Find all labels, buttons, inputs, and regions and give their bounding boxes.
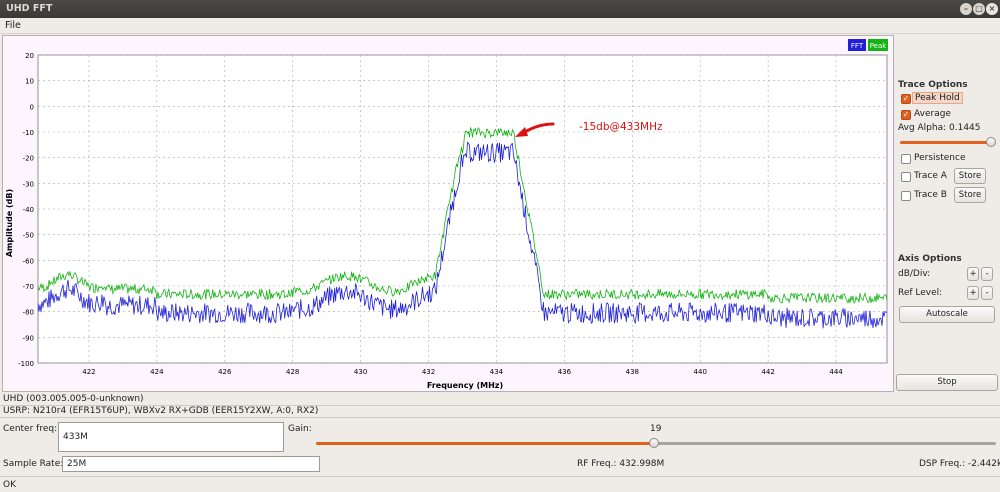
x-tick-label: 434	[490, 368, 504, 376]
persistence-label[interactable]: Persistence	[914, 153, 965, 163]
x-tick-label: 428	[286, 368, 299, 376]
window-title: UHD FFT	[6, 3, 53, 14]
ref-level-minus-button[interactable]: -	[981, 286, 993, 300]
center-freq-field[interactable]: 433M	[58, 422, 284, 452]
y-tick-label: -70	[23, 283, 34, 291]
x-tick-label: 438	[626, 368, 639, 376]
average-label[interactable]: Average	[914, 109, 951, 119]
x-tick-label: 444	[829, 368, 843, 376]
usrp-info-text: USRP: N210r4 (EFR15T6UP), WBXv2 RX+GDB (…	[3, 406, 319, 416]
gain-slider-handle[interactable]	[649, 438, 659, 448]
sample-rate-value: 25M	[67, 459, 87, 469]
center-freq-label: Center freq:	[3, 424, 58, 434]
y-tick-label: -50	[23, 232, 34, 240]
y-tick-label: -10	[23, 129, 34, 137]
minimize-icon[interactable]: –	[960, 3, 972, 15]
options-panel: Trace Options ✓ Peak Hold ✓ Average Avg …	[896, 35, 1000, 392]
x-tick-label: 422	[82, 368, 95, 376]
fft-plot-panel: 20 10 0 -10 -20 -30 -40 -50 -60 -70 -80 -90 -100 422 4…	[2, 35, 894, 392]
trace-a-label[interactable]: Trace A	[914, 171, 947, 181]
ref-level-label: Ref Level:	[898, 288, 943, 298]
peak-hold-checkbox[interactable]: ✓	[901, 94, 911, 104]
y-tick-label: -20	[23, 155, 34, 163]
close-icon[interactable]: ×	[986, 3, 998, 15]
trace-a-store-button[interactable]: Store	[954, 168, 986, 184]
trace-options-title: Trace Options	[898, 80, 968, 90]
avg-alpha-label: Avg Alpha: 0.1445	[898, 123, 981, 133]
x-tick-label: 436	[558, 368, 572, 376]
y-tick-label: -40	[23, 206, 34, 214]
y-axis-label: Amplitude (dB)	[5, 189, 14, 257]
y-tick-label: -60	[23, 257, 34, 265]
db-div-plus-button[interactable]: +	[967, 267, 979, 281]
legend-label-fft: FFT	[851, 42, 864, 50]
y-tick-label: -100	[18, 360, 34, 368]
maximize-icon[interactable]: □	[973, 3, 985, 15]
ref-level-plus-button[interactable]: +	[967, 286, 979, 300]
axis-options-title: Axis Options	[898, 254, 962, 264]
autoscale-button[interactable]: Autoscale	[899, 306, 995, 323]
db-div-minus-button[interactable]: -	[981, 267, 993, 281]
y-tick-label: -90	[23, 334, 34, 342]
avg-alpha-slider-fill	[900, 141, 990, 144]
legend-label-peak: Peak	[870, 42, 888, 50]
x-tick-label: 440	[694, 368, 707, 376]
trace-a-checkbox[interactable]	[901, 172, 911, 182]
gain-label: Gain:	[288, 424, 312, 434]
trace-b-checkbox[interactable]	[901, 191, 911, 201]
x-axis-label: Frequency (MHz)	[427, 381, 503, 390]
gain-value: 19	[650, 424, 662, 434]
stop-button[interactable]: Stop	[896, 374, 998, 391]
y-tick-label: -30	[23, 180, 34, 188]
x-tick-label: 426	[218, 368, 232, 376]
rf-freq-text: RF Freq.: 432.998M	[577, 459, 665, 469]
legend: FFT Peak	[848, 39, 888, 51]
x-tick-label: 442	[761, 368, 774, 376]
trace-b-label[interactable]: Trace B	[914, 190, 947, 200]
uhd-version-text: UHD (003.005.005-0-unknown)	[3, 394, 144, 404]
gain-slider-fill	[316, 442, 654, 445]
peak-hold-label[interactable]: Peak Hold	[912, 92, 963, 104]
db-div-label: dB/Div:	[898, 269, 931, 279]
menu-file[interactable]: File	[5, 20, 21, 31]
x-tick-label: 432	[422, 368, 435, 376]
persistence-checkbox[interactable]	[901, 154, 911, 164]
sample-rate-label: Sample Rate:	[3, 459, 64, 469]
average-checkbox[interactable]: ✓	[901, 110, 911, 120]
divider	[0, 417, 1000, 418]
sample-rate-field[interactable]: 25M	[62, 456, 320, 472]
center-freq-value: 433M	[63, 432, 88, 442]
status-text: OK	[3, 480, 16, 490]
divider	[0, 476, 1000, 477]
trace-b-store-button[interactable]: Store	[954, 187, 986, 203]
y-tick-label: -80	[23, 309, 34, 317]
x-tick-label: 424	[150, 368, 164, 376]
y-tick-label: 20	[25, 52, 34, 60]
title-bar: UHD FFT – □ ×	[0, 0, 1000, 18]
y-tick-label: 0	[30, 103, 34, 111]
annotation-text: -15db@433MHz	[579, 121, 663, 133]
x-tick-label: 430	[354, 368, 367, 376]
fft-plot[interactable]: 20 10 0 -10 -20 -30 -40 -50 -60 -70 -80 -90 -100 422 4…	[3, 36, 893, 391]
avg-alpha-slider-handle[interactable]	[986, 137, 996, 147]
y-tick-label: 10	[25, 78, 34, 86]
control-area: UHD (003.005.005-0-unknown) USRP: N210r4…	[0, 393, 1000, 492]
menu-bar: File	[0, 18, 1000, 34]
dsp-freq-text: DSP Freq.: -2.442k	[919, 459, 1000, 469]
